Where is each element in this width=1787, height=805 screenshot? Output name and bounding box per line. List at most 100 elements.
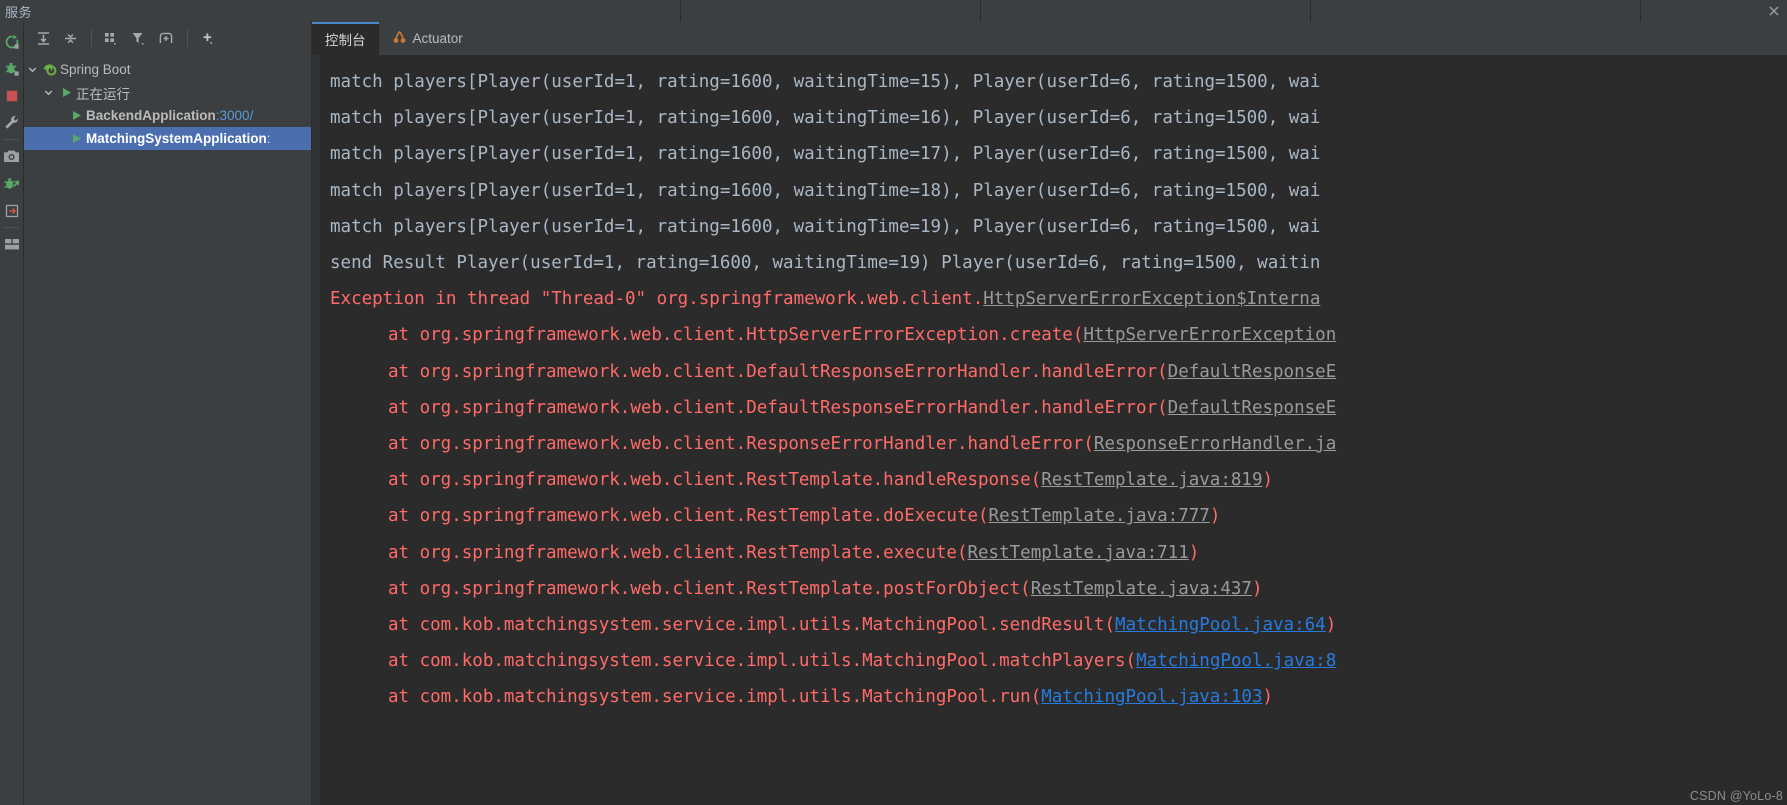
stop-icon[interactable] <box>0 82 23 109</box>
settings-wrench-icon[interactable] <box>0 109 23 136</box>
chevron-down-icon[interactable] <box>24 64 40 75</box>
console-line-text: at org.springframework.web.client.RestTe… <box>388 470 1042 491</box>
console-line-text: at com.kob.matchingsystem.service.impl.u… <box>388 651 1137 672</box>
console-stacktrace-link[interactable]: DefaultResponseE <box>1168 362 1337 382</box>
header-divider-2 <box>980 0 1311 22</box>
run-triangle-icon <box>66 132 86 145</box>
tool-window-title: 服务 <box>5 4 33 20</box>
console-log-line: match players[Player(userId=1, rating=16… <box>330 216 1321 237</box>
add-icon[interactable] <box>195 26 222 52</box>
console-error-line: at org.springframework.web.client.Defaul… <box>320 354 1787 390</box>
console-line-text: at org.springframework.web.client.Respon… <box>388 434 1094 455</box>
console-stacktrace-link[interactable]: HttpServerErrorException <box>1083 325 1336 345</box>
tab-label: Actuator <box>412 31 463 46</box>
rerun-icon[interactable] <box>0 28 23 55</box>
toolbar-divider-1 <box>91 30 92 47</box>
console-line-text: Exception in thread "Thread-0" org.sprin… <box>330 289 984 310</box>
console-panel: 控制台 Actuator match players[Player(userId… <box>311 22 1787 805</box>
tree-node-matching-system-application[interactable]: MatchingSystemApplication : <box>24 127 311 150</box>
services-toolbar <box>24 22 311 55</box>
console-tabs: 控制台 Actuator <box>312 22 1787 55</box>
tree-item-label: BackendApplication <box>86 108 216 123</box>
chevron-down-icon[interactable] <box>40 87 56 98</box>
console-error-line: Exception in thread "Thread-0" org.sprin… <box>320 281 1787 317</box>
console-log-line: send Result Player(userId=1, rating=1600… <box>330 253 1321 274</box>
console-error-line: at org.springframework.web.client.RestTe… <box>320 535 1787 571</box>
expand-all-icon[interactable] <box>30 26 57 52</box>
rail-divider-1 <box>4 139 19 140</box>
console-stacktrace-link[interactable]: ResponseErrorHandler.ja <box>1094 434 1336 454</box>
console-line-text: ) <box>1209 506 1221 527</box>
console-stacktrace-link[interactable]: MatchingPool.java:103 <box>1041 687 1262 707</box>
tool-rail <box>0 22 24 805</box>
console-line-text: at org.springframework.web.client.RestTe… <box>388 506 989 527</box>
console-stacktrace-link[interactable]: MatchingPool.java:8 <box>1136 651 1336 671</box>
layout-icon[interactable] <box>0 231 23 258</box>
console-line-text: at org.springframework.web.client.RestTe… <box>388 578 1031 599</box>
console-line-text: ) <box>1251 578 1263 599</box>
console-line-text: ) <box>1188 542 1200 563</box>
debug-icon[interactable] <box>0 55 23 82</box>
export-icon[interactable] <box>0 197 23 224</box>
services-tree: Spring Boot 正在运行 BackendApplication:300… <box>24 55 311 805</box>
tree-node-label: Spring Boot <box>60 62 131 77</box>
console-line-text: at org.springframework.web.client.Defaul… <box>388 361 1168 382</box>
console-log-line: match players[Player(userId=1, rating=16… <box>330 72 1321 92</box>
console-error-line: at org.springframework.web.client.RestTe… <box>320 571 1787 607</box>
console-error-line: at org.springframework.web.client.RestTe… <box>320 462 1787 498</box>
console-stacktrace-link[interactable]: RestTemplate.java:819 <box>1041 470 1262 490</box>
actuator-icon <box>392 30 407 48</box>
collapse-all-icon[interactable] <box>57 26 84 52</box>
console-stacktrace-link[interactable]: MatchingPool.java:64 <box>1115 615 1326 635</box>
console-line-text: at com.kob.matchingsystem.service.impl.u… <box>388 687 1042 708</box>
console-line-text: at org.springframework.web.client.RestTe… <box>388 542 968 563</box>
tree-node-spring-boot[interactable]: Spring Boot <box>24 58 311 81</box>
console-error-line: at org.springframework.web.client.Defaul… <box>320 390 1787 426</box>
console-line-text: ) <box>1262 470 1274 491</box>
attach-debugger-icon[interactable] <box>0 170 23 197</box>
tree-item-port: : <box>266 131 271 146</box>
console-output-area[interactable]: match players[Player(userId=1, rating=16… <box>312 55 1787 805</box>
console-line-text: at org.springframework.web.client.Defaul… <box>388 397 1168 418</box>
console-gutter <box>312 55 320 805</box>
console-log-line: match players[Player(userId=1, rating=16… <box>330 144 1321 165</box>
camera-icon[interactable] <box>0 143 23 170</box>
console-stacktrace-link[interactable]: HttpServerErrorException$Interna <box>983 289 1320 309</box>
header-divider-1 <box>680 0 981 22</box>
services-tool-window: 服务 Spring Boot 正在运行 BackendApplication:… <box>0 0 1787 805</box>
console-log-line: match players[Player(userId=1, rating=16… <box>330 108 1321 129</box>
services-tree-panel: Spring Boot 正在运行 BackendApplication:300… <box>24 22 311 805</box>
tree-item-port: :3000/ <box>215 108 254 123</box>
spring-boot-icon <box>40 62 60 78</box>
run-triangle-icon <box>66 109 86 122</box>
tab-console[interactable]: 控制台 <box>312 22 379 55</box>
header-divider-4 <box>1640 0 1787 22</box>
filter-icon[interactable] <box>126 26 153 52</box>
tree-node-label: 正在运行 <box>76 86 130 102</box>
console-line-text: ) <box>1325 615 1337 636</box>
tree-node-backend-application[interactable]: BackendApplication :3000/ <box>24 104 311 127</box>
tree-item-label: MatchingSystemApplication <box>86 131 267 146</box>
tree-node-running-group[interactable]: 正在运行 <box>24 81 311 104</box>
console-error-line: at com.kob.matchingsystem.service.impl.u… <box>320 643 1787 679</box>
console-lines: match players[Player(userId=1, rating=16… <box>320 55 1787 805</box>
toolbar-divider-2 <box>187 30 188 47</box>
console-stacktrace-link[interactable]: RestTemplate.java:711 <box>967 543 1188 563</box>
show-configurations-icon[interactable] <box>153 26 180 52</box>
console-log-line: match players[Player(userId=1, rating=16… <box>330 180 1321 201</box>
console-line-text: ) <box>1262 687 1274 708</box>
console-error-line: at com.kob.matchingsystem.service.impl.u… <box>320 679 1787 715</box>
header-divider-3 <box>1310 0 1641 22</box>
tool-window-header: 服务 <box>0 0 1787 22</box>
group-by-icon[interactable] <box>99 26 126 52</box>
console-stacktrace-link[interactable]: RestTemplate.java:437 <box>1031 579 1252 599</box>
close-icon[interactable] <box>1767 4 1781 18</box>
tab-actuator[interactable]: Actuator <box>379 22 476 55</box>
console-error-line: at org.springframework.web.client.RestTe… <box>320 498 1787 534</box>
console-stacktrace-link[interactable]: DefaultResponseE <box>1168 398 1337 418</box>
console-error-line: at org.springframework.web.client.Respon… <box>320 426 1787 462</box>
console-line-text: at org.springframework.web.client.HttpSe… <box>388 325 1084 346</box>
rail-divider-2 <box>4 227 19 228</box>
console-line-text: at com.kob.matchingsystem.service.impl.u… <box>388 615 1115 636</box>
console-stacktrace-link[interactable]: RestTemplate.java:777 <box>989 506 1210 526</box>
